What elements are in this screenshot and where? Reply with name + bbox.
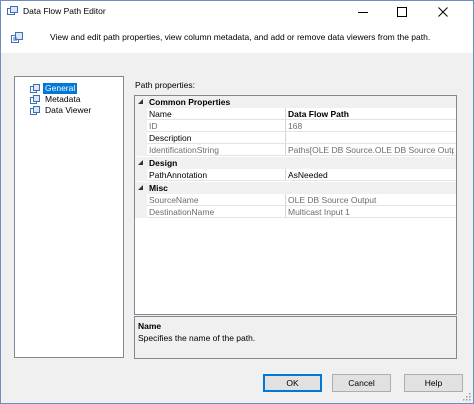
property-row-id[interactable]: ID 168 (135, 120, 456, 132)
category-label: Misc (149, 183, 168, 193)
nav-item-label: Metadata (45, 94, 81, 104)
property-value: Paths[OLE DB Source.OLE DB Source Output… (288, 145, 454, 155)
description-text: Specifies the name of the path. (138, 333, 256, 343)
resize-grip-icon[interactable] (463, 393, 471, 401)
category-label: Design (149, 158, 178, 168)
description-title: Name (138, 321, 162, 331)
property-row-name[interactable]: Name Data Flow Path (135, 108, 456, 120)
property-value[interactable]: Data Flow Path (288, 109, 454, 119)
nav-item-label: Data Viewer (45, 105, 92, 115)
property-name: Description (149, 133, 192, 143)
maximize-icon (397, 7, 407, 17)
cancel-button[interactable]: Cancel (332, 374, 391, 392)
properties-title: Path properties: (135, 80, 196, 90)
property-name: ID (149, 121, 158, 131)
title-bar[interactable]: Data Flow Path Editor (1, 1, 473, 23)
property-row-destination-name[interactable]: DestinationName Multicast Input 1 (135, 206, 456, 218)
navigation-tree[interactable]: General Metadata Data Viewer (14, 76, 124, 358)
property-name: PathAnnotation (149, 170, 208, 180)
property-row-path-annotation[interactable]: PathAnnotation AsNeeded (135, 169, 456, 181)
maximize-button[interactable] (385, 1, 419, 23)
property-row-identification-string[interactable]: IdentificationString Paths[OLE DB Source… (135, 144, 456, 156)
property-name: Name (149, 109, 172, 119)
category-label: Common Properties (149, 97, 231, 107)
property-description-pane: Name Specifies the name of the path. (134, 316, 457, 359)
ok-button[interactable]: OK (263, 374, 322, 392)
nav-item-metadata[interactable]: Metadata (30, 94, 82, 105)
close-icon (438, 7, 448, 17)
property-value[interactable]: AsNeeded (288, 170, 454, 180)
header-banner: View and edit path properties, view colu… (1, 23, 473, 53)
close-button[interactable] (426, 1, 460, 23)
property-grid[interactable]: Common Properties Name Data Flow Path ID… (134, 95, 457, 315)
minimize-button[interactable] (346, 1, 380, 23)
help-button[interactable]: Help (404, 374, 463, 392)
nav-item-data-viewer[interactable]: Data Viewer (30, 105, 93, 116)
property-name: SourceName (149, 195, 199, 205)
category-misc[interactable]: Misc (135, 182, 456, 194)
collapse-icon[interactable] (137, 159, 144, 166)
nav-item-general[interactable]: General (30, 83, 78, 94)
property-value: OLE DB Source Output (288, 195, 377, 205)
nav-item-label: General (43, 83, 78, 94)
property-name: IdentificationString (149, 145, 219, 155)
page-icon (30, 105, 40, 115)
collapse-icon[interactable] (137, 184, 144, 191)
window-title: Data Flow Path Editor (23, 6, 106, 16)
page-icon (30, 94, 40, 104)
property-value: Multicast Input 1 (288, 207, 350, 217)
data-flow-path-icon (11, 32, 23, 43)
property-row-source-name[interactable]: SourceName OLE DB Source Output (135, 194, 456, 206)
category-design[interactable]: Design (135, 157, 456, 169)
collapse-icon[interactable] (137, 98, 144, 105)
property-row-description[interactable]: Description (135, 132, 456, 144)
data-flow-path-icon (7, 6, 18, 15)
dialog-window: Data Flow Path Editor View and edit path… (0, 0, 474, 404)
page-icon (30, 83, 40, 93)
category-common-properties[interactable]: Common Properties (135, 96, 456, 108)
property-name: DestinationName (149, 207, 215, 217)
header-description: View and edit path properties, view colu… (50, 32, 431, 42)
property-value: 168 (288, 121, 303, 131)
minimize-icon (358, 12, 368, 13)
